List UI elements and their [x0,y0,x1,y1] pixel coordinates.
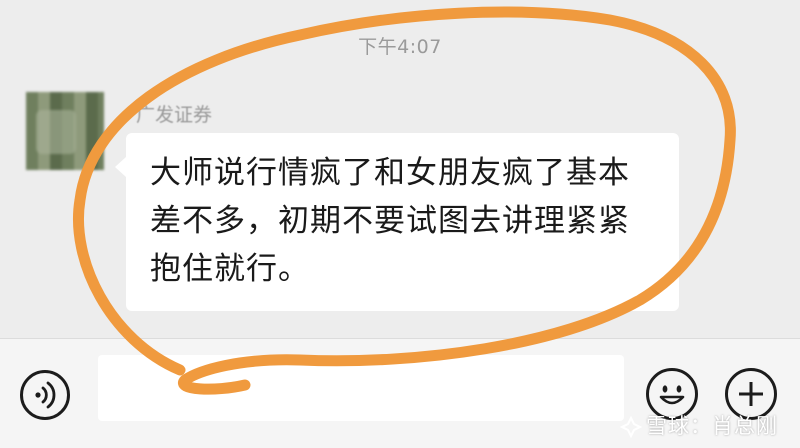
snowball-logo-icon [620,416,642,438]
orange-circle-annotation [73,6,736,395]
watermark-text: 雪球：肖总刚 [646,414,778,438]
watermark: 雪球：肖总刚 [620,410,778,440]
